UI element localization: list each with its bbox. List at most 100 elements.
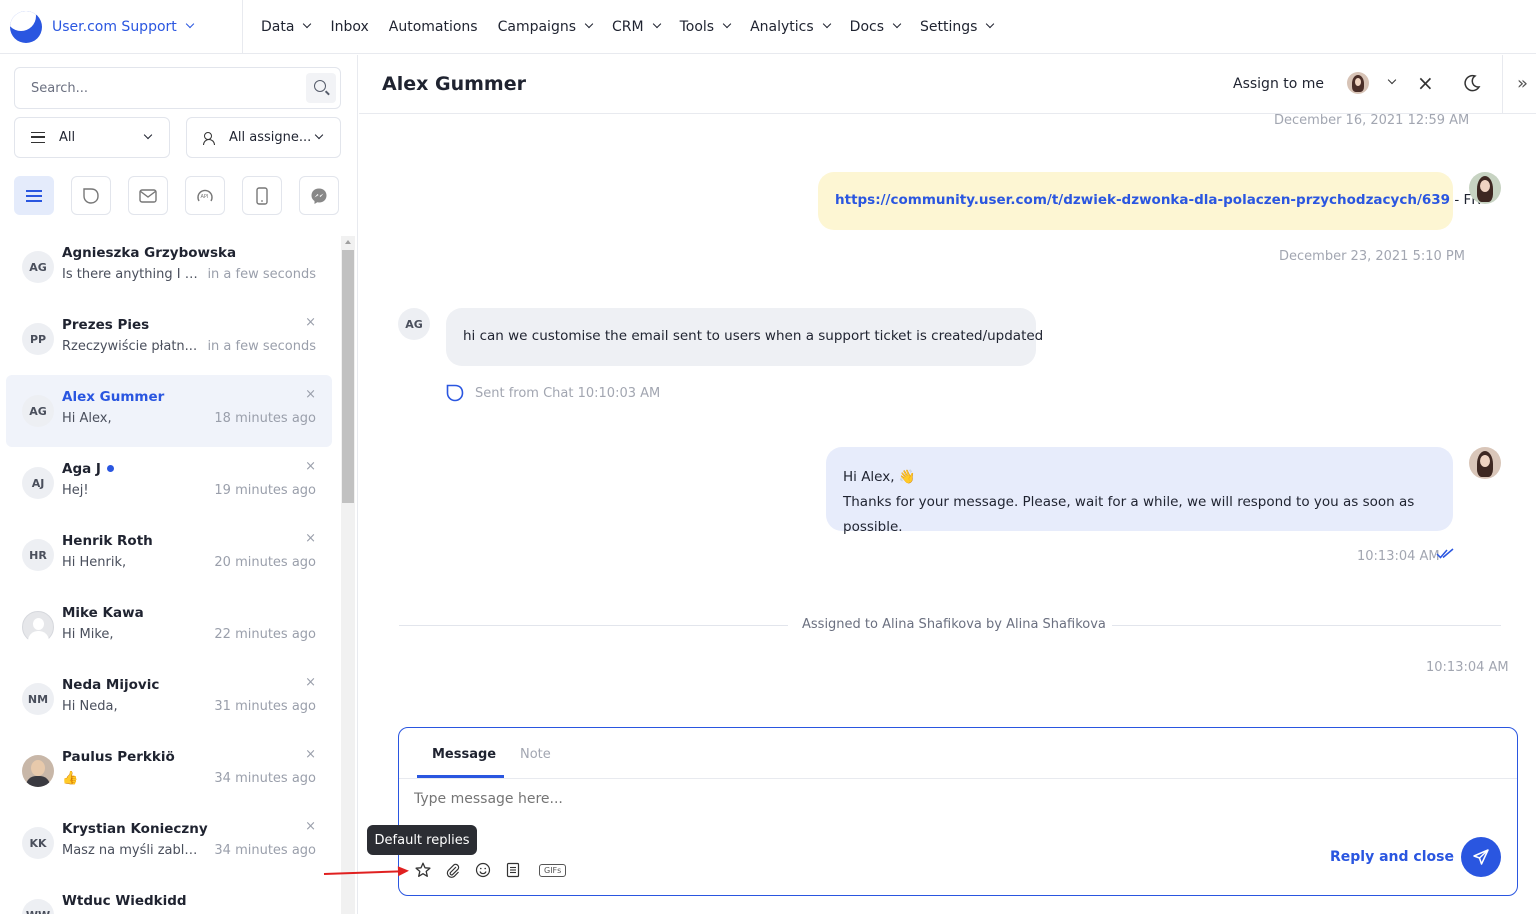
- messenger-icon: [311, 188, 327, 204]
- close-icon[interactable]: ×: [305, 315, 316, 330]
- nav-item-settings[interactable]: Settings: [920, 19, 995, 35]
- nav-item-label: Tools: [679, 18, 715, 35]
- avatar: [22, 755, 54, 787]
- workspace-switcher[interactable]: User.com Support: [0, 0, 243, 54]
- conversation-time: 20 minutes ago: [214, 555, 316, 570]
- workspace-name: User.com Support: [52, 18, 177, 35]
- nav-item-crm[interactable]: CRM: [612, 19, 661, 35]
- conversation-item[interactable]: AG Agnieszka Grzybowska Is there anything …: [6, 231, 332, 303]
- agent-avatar: [1469, 172, 1501, 204]
- conversation-item[interactable]: Mike Kawa Hi Mike, 22 minutes ago: [6, 591, 332, 663]
- close-icon[interactable]: ×: [305, 747, 316, 762]
- conversation-name: Aga J: [62, 461, 114, 477]
- collapse-panel-button[interactable]: »: [1517, 73, 1528, 94]
- conversation-time: 34 minutes ago: [214, 843, 316, 858]
- close-icon[interactable]: ×: [305, 387, 316, 402]
- message-source: Sent from Chat 10:10:03 AM: [446, 384, 660, 402]
- conversation-item[interactable]: HR Henrik Roth Hi Henrik, 20 minutes ago ×: [6, 519, 332, 591]
- channel-mobile-button[interactable]: [242, 176, 282, 215]
- nav-item-tools[interactable]: Tools: [679, 18, 732, 35]
- chat-channel-icon: [446, 384, 464, 402]
- attach-file-button[interactable]: [445, 862, 461, 878]
- conversation-item[interactable]: Paulus Perkkiö 👍 34 minutes ago ×: [6, 735, 332, 807]
- chevron-down-icon: [314, 130, 324, 140]
- conversation-item[interactable]: KK Krystian Konieczny Masz na myśli zablok…: [6, 807, 332, 879]
- assignee-filter-value: All assigne...: [229, 130, 312, 145]
- status-filter-value: All: [59, 130, 76, 145]
- avatar: AG: [22, 395, 54, 427]
- conversation-name: Wtduc Wiedkidd: [62, 893, 187, 909]
- top-navigation: User.com Support Data Inbox Automations Cam…: [0, 0, 1536, 54]
- nav-item-docs[interactable]: Docs: [850, 19, 902, 35]
- conversation-name-text: Mike Kawa: [62, 605, 144, 621]
- search-box[interactable]: Search...: [14, 67, 341, 109]
- conversation-time: 22 minutes ago: [214, 627, 316, 642]
- conversation-time: 19 minutes ago: [214, 483, 316, 498]
- conversation-item[interactable]: NM Neda Mijovic Hi Neda, 31 minutes ago ×: [6, 663, 332, 735]
- conversation-item[interactable]: PP Prezes Pies Rzeczywiście płatn... in a f…: [6, 303, 332, 375]
- message-link[interactable]: https://community.user.com/t/dzwiek-dzwo…: [835, 192, 1450, 208]
- conversation-name: Prezes Pies: [62, 317, 149, 333]
- email-icon: [139, 188, 157, 203]
- chat-icon: [83, 187, 99, 204]
- conversation-name: Neda Mijovic: [62, 677, 159, 693]
- message-input[interactable]: [414, 791, 1014, 807]
- chevron-down-icon: [892, 19, 902, 28]
- conversation-name-text: Henrik Roth: [62, 533, 153, 549]
- conversation-name: Paulus Perkkiö: [62, 749, 175, 765]
- assign-to-me-button[interactable]: Assign to me: [1233, 76, 1324, 92]
- nav-item-inbox[interactable]: Inbox: [330, 19, 368, 35]
- conversation-preview: Rzeczywiście płatn...: [62, 339, 198, 354]
- moon-icon[interactable]: [1462, 73, 1482, 93]
- gif-button[interactable]: GIFs: [539, 863, 567, 877]
- conversation-name-text: Alex Gummer: [62, 389, 165, 405]
- channel-api-button[interactable]: API: [185, 176, 225, 215]
- nav-item-automations[interactable]: Automations: [389, 19, 478, 35]
- search-icon[interactable]: [306, 73, 336, 103]
- avatar: [22, 611, 54, 643]
- close-icon[interactable]: ×: [305, 819, 316, 834]
- conversation-preview: Is there anything I c...: [62, 267, 202, 282]
- conversation-time: 18 minutes ago: [214, 411, 316, 426]
- search-input[interactable]: Search...: [31, 81, 88, 96]
- avatar: HR: [22, 539, 54, 571]
- nav-item-analytics[interactable]: Analytics: [750, 19, 831, 35]
- scrollbar-thumb[interactable]: [342, 250, 354, 503]
- avatar: WW: [22, 899, 54, 914]
- assignee-filter-dropdown[interactable]: All assigne...: [186, 117, 341, 158]
- channel-messenger-button[interactable]: [299, 176, 339, 215]
- channel-chat-button[interactable]: [71, 176, 111, 215]
- tab-note[interactable]: Note: [520, 747, 551, 762]
- document-icon: [506, 862, 520, 878]
- sent-from-text: Sent from Chat 10:10:03 AM: [475, 385, 661, 401]
- header-divider: [1502, 55, 1503, 114]
- emoji-button[interactable]: [475, 862, 491, 878]
- tab-message[interactable]: Message: [432, 747, 496, 762]
- knowledge-base-button[interactable]: [505, 862, 521, 878]
- close-conversation-button[interactable]: ×: [1417, 71, 1434, 95]
- conversation-item[interactable]: WW Wtduc Wiedkidd: [6, 879, 332, 914]
- close-icon[interactable]: ×: [305, 675, 316, 690]
- conversation-time: 34 minutes ago: [214, 771, 316, 786]
- default-replies-button[interactable]: [415, 862, 431, 878]
- assigned-agent-avatar[interactable]: [1347, 72, 1369, 94]
- conversation-item[interactable]: AG Alex Gummer Hi Alex, 18 minutes ago ×: [6, 375, 332, 447]
- status-filter-dropdown[interactable]: All: [14, 117, 170, 158]
- conversation-name-text: Prezes Pies: [62, 317, 150, 333]
- api-icon: API: [197, 189, 213, 201]
- channel-email-button[interactable]: [128, 176, 168, 215]
- reply-and-close-button[interactable]: Reply and close: [1330, 849, 1454, 865]
- scroll-up-arrow-icon[interactable]: [345, 240, 351, 244]
- nav-item-campaigns[interactable]: Campaigns: [498, 19, 594, 35]
- chevron-down-icon: [584, 19, 594, 28]
- close-icon[interactable]: ×: [305, 531, 316, 546]
- conversation-item[interactable]: AJ Aga J Hej! 19 minutes ago ×: [6, 447, 332, 519]
- conversation-name-text: Aga J: [62, 461, 101, 477]
- conversation-list-scrollbar[interactable]: [341, 236, 355, 914]
- chevron-down-icon[interactable]: [1387, 75, 1397, 85]
- send-button[interactable]: [1461, 837, 1501, 877]
- channel-all-button[interactable]: [14, 176, 54, 215]
- nav-item-data[interactable]: Data: [261, 19, 312, 35]
- message-timestamp: December 23, 2021 5:10 PM: [1279, 249, 1465, 264]
- close-icon[interactable]: ×: [305, 459, 316, 474]
